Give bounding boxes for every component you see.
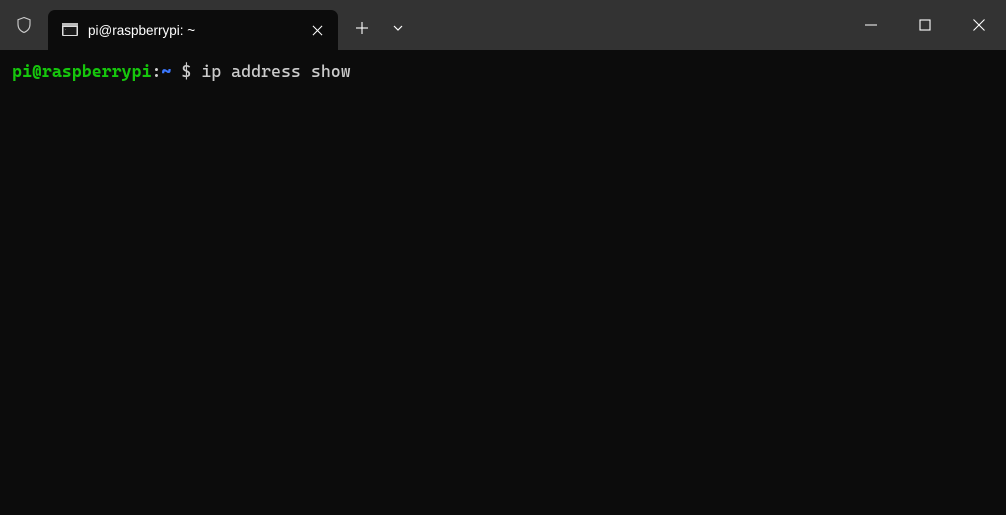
command-text: ip address show <box>201 60 350 84</box>
shield-icon <box>14 15 34 35</box>
terminal-icon <box>62 22 78 38</box>
prompt-colon: : <box>151 60 161 84</box>
prompt-user-host: pi@raspberrypi <box>12 60 151 84</box>
tab-actions <box>338 0 416 50</box>
tab-title: pi@raspberrypi: ~ <box>88 23 298 38</box>
minimize-button[interactable] <box>844 0 898 50</box>
prompt-path: ~ <box>161 60 171 84</box>
maximize-button[interactable] <box>898 0 952 50</box>
prompt-line: pi@raspberrypi:~ $ ip address show <box>12 60 994 84</box>
titlebar-left: pi@raspberrypi: ~ <box>0 0 338 50</box>
tab-dropdown-button[interactable] <box>380 10 416 46</box>
close-window-button[interactable] <box>952 0 1006 50</box>
titlebar: pi@raspberrypi: ~ <box>0 0 1006 50</box>
close-tab-button[interactable] <box>308 21 326 39</box>
new-tab-button[interactable] <box>344 10 380 46</box>
window-controls <box>844 0 1006 50</box>
terminal-body[interactable]: pi@raspberrypi:~ $ ip address show <box>0 50 1006 94</box>
tab-terminal[interactable]: pi@raspberrypi: ~ <box>48 10 338 50</box>
prompt-symbol: $ <box>171 60 201 84</box>
